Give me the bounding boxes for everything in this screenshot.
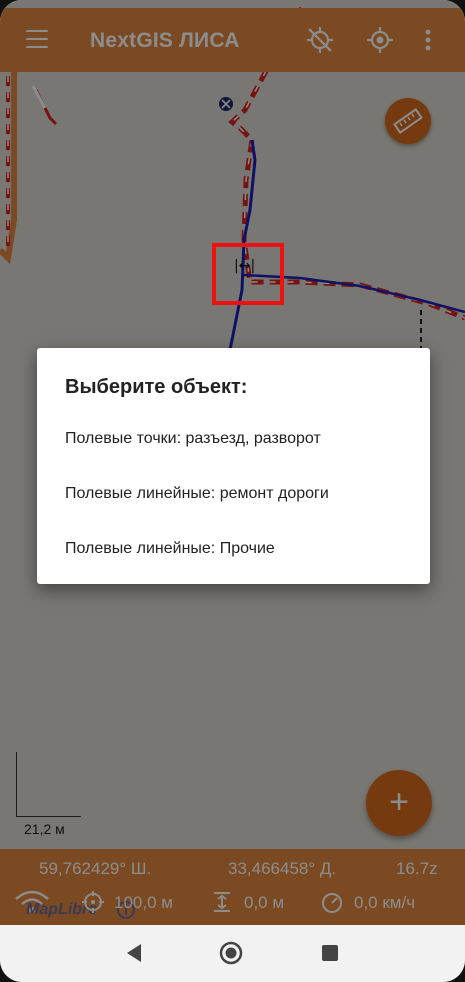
home-icon[interactable]: [219, 941, 243, 965]
hamburger-icon[interactable]: [26, 30, 48, 48]
more-vert-icon[interactable]: [420, 25, 436, 55]
selection-highlight: [212, 243, 284, 305]
plus-icon: +: [389, 783, 409, 821]
zoom-value: 16.7z: [396, 859, 438, 878]
app-bar: NextGIS ЛИСА: [0, 8, 465, 72]
map-scale-bar: [16, 752, 81, 817]
add-object-button[interactable]: +: [366, 770, 432, 836]
accuracy-value: 100,0 м: [114, 893, 173, 912]
ruler-icon: [393, 108, 423, 134]
recents-icon[interactable]: [320, 943, 340, 963]
altitude-icon: [214, 892, 230, 912]
speed-value: 0,0 км/ч: [354, 893, 416, 912]
latitude-value: 59,762429° Ш.: [39, 859, 152, 878]
status-panel: 59,762429° Ш. 33,466458° Д. 16.7z MapLib…: [0, 849, 465, 925]
gps-off-icon[interactable]: [305, 25, 335, 55]
map-scale-label: 21,2 м: [24, 821, 65, 837]
app-title: NextGIS ЛИСА: [90, 29, 240, 52]
crosshair-icon[interactable]: [365, 25, 395, 55]
select-object-dialog: Выберите объект: Полевые точки: разъезд,…: [37, 348, 430, 584]
target-icon: [82, 891, 104, 913]
system-nav-bar: [0, 925, 465, 982]
back-icon[interactable]: [124, 942, 144, 964]
ruler-button[interactable]: [385, 98, 431, 144]
altitude-value: 0,0 м: [244, 893, 285, 912]
dialog-option-road-repair[interactable]: Полевые линейные: ремонт дороги: [65, 485, 329, 503]
longitude-value: 33,466458° Д.: [228, 859, 337, 878]
dialog-option-other[interactable]: Полевые линейные: Прочие: [65, 540, 275, 558]
dialog-option-points[interactable]: Полевые точки: разъезд, разворот: [65, 430, 321, 448]
phone-screen: |↔| 21,2 м NextGIS ЛИСА + 59,762429° Ш. …: [0, 0, 465, 982]
dialog-title: Выберите объект:: [65, 376, 248, 398]
speedometer-icon: [322, 893, 342, 913]
